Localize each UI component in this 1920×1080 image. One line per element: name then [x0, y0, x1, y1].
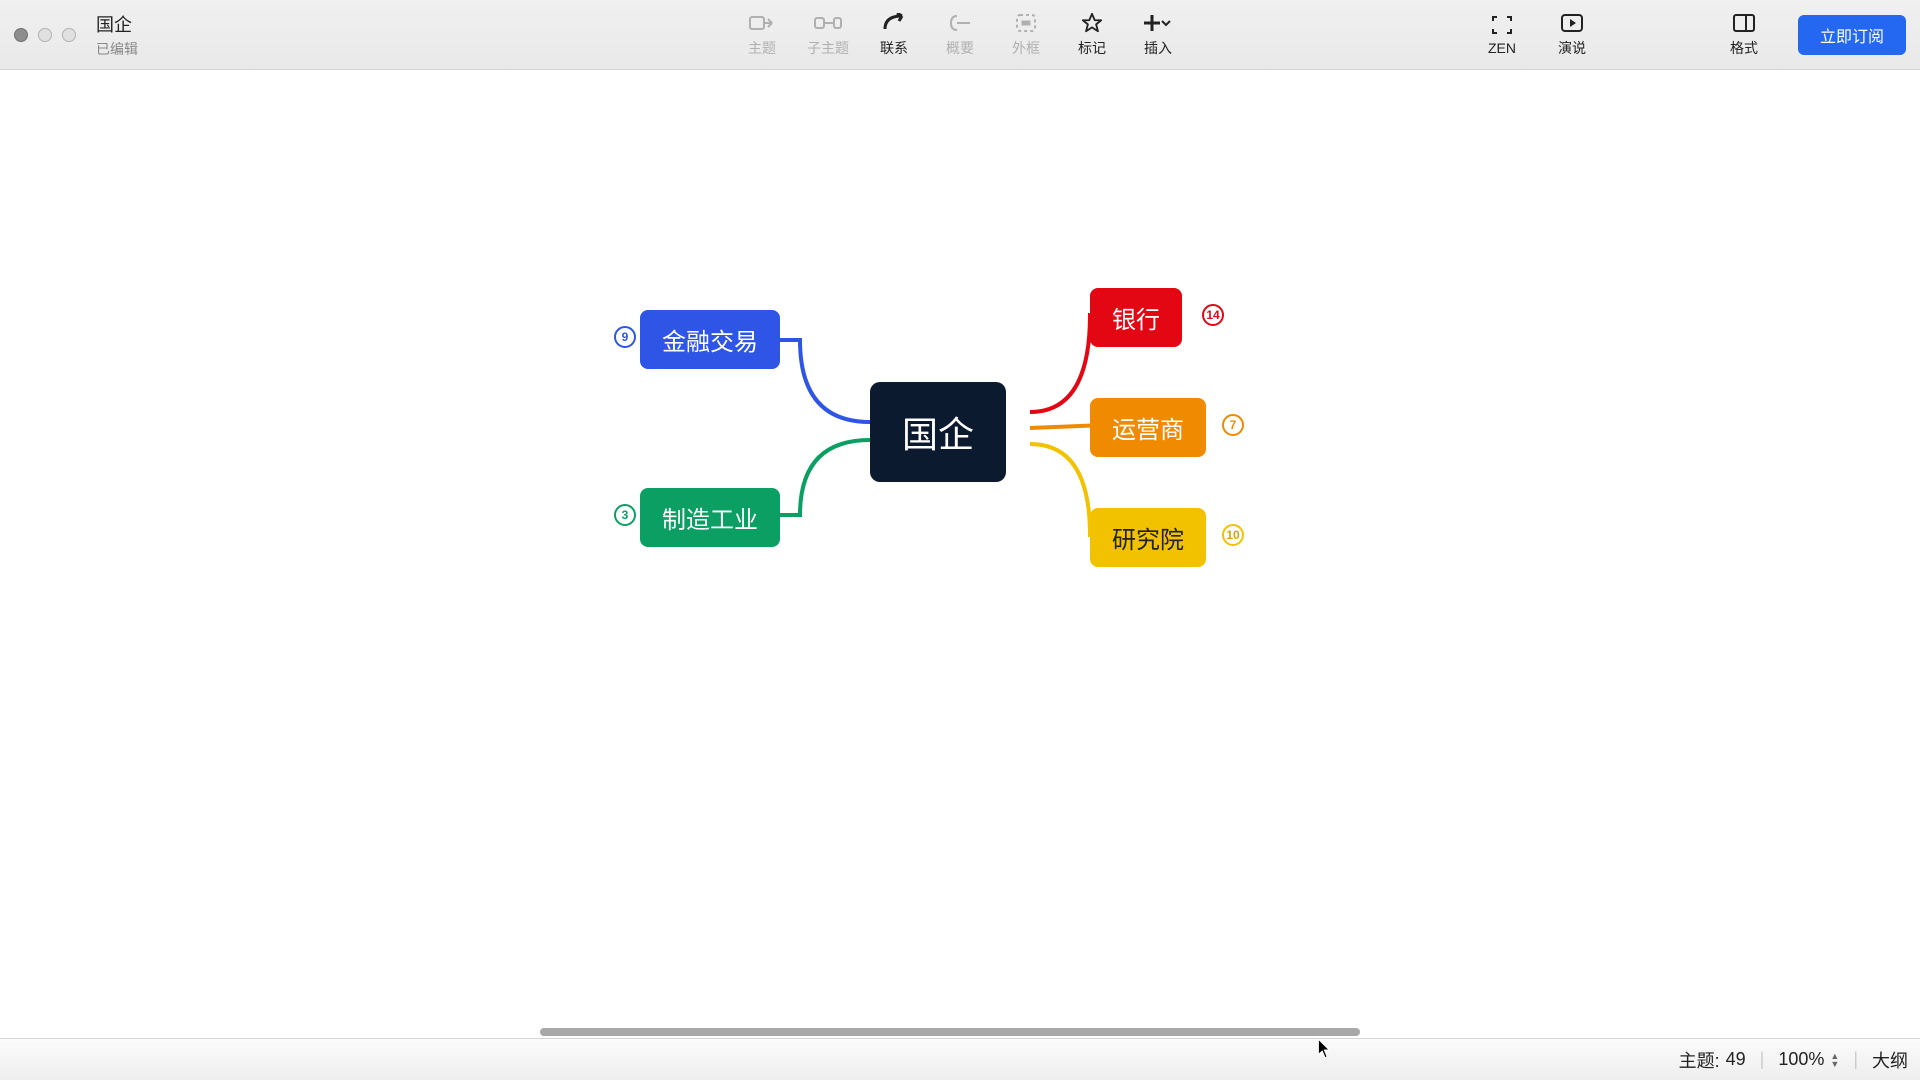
boundary-icon: [1015, 12, 1037, 34]
marker-button[interactable]: 标记: [1068, 12, 1116, 58]
maximize-icon[interactable]: [62, 28, 76, 42]
format-label: 格式: [1730, 38, 1758, 58]
marker-label: 标记: [1078, 38, 1106, 58]
relationship-icon: [882, 12, 906, 34]
status-topic-count: 49: [1726, 1049, 1746, 1070]
mindmap: 国企 金融交易 9 制造工业 3 银行 14 运营商 7 研究院 10: [620, 270, 1300, 610]
format-button[interactable]: 格式: [1720, 12, 1768, 58]
subscribe-button[interactable]: 立即订阅: [1798, 15, 1906, 55]
separator: |: [1760, 1049, 1765, 1070]
boundary-label: 外框: [1012, 38, 1040, 58]
insert-label: 插入: [1144, 38, 1172, 58]
minimize-icon[interactable]: [38, 28, 52, 42]
subtopic-label: 子主题: [807, 38, 849, 58]
subtopic-button[interactable]: 子主题: [804, 12, 852, 58]
toolbar-center: 主题 子主题 联系 概要 外框: [738, 12, 1182, 58]
document-title-block: 国企 已编辑: [96, 11, 138, 59]
zoom-stepper-icon[interactable]: ▲▼: [1830, 1052, 1839, 1068]
close-icon[interactable]: [14, 28, 28, 42]
badge-left-1[interactable]: 3: [614, 504, 636, 526]
relationship-button[interactable]: 联系: [870, 12, 918, 58]
outline-button[interactable]: 大纲: [1872, 1047, 1908, 1073]
node-label: 运营商: [1112, 417, 1184, 444]
summary-button[interactable]: 概要: [936, 12, 984, 58]
badge-right-1[interactable]: 7: [1222, 414, 1244, 436]
summary-label: 概要: [946, 38, 974, 58]
insert-button[interactable]: 插入: [1134, 12, 1182, 58]
titlebar: 国企 已编辑 主题 子主题 联系 概要: [0, 0, 1920, 70]
present-button[interactable]: 演说: [1548, 12, 1596, 58]
node-center-label: 国企: [902, 414, 974, 455]
badge-right-0[interactable]: 14: [1202, 304, 1224, 326]
plus-icon: [1143, 12, 1173, 34]
node-right-1[interactable]: 运营商: [1090, 398, 1206, 457]
node-label: 研究院: [1112, 527, 1184, 554]
document-title: 国企: [96, 11, 138, 37]
document-subtitle: 已编辑: [96, 39, 138, 59]
topic-button[interactable]: 主题: [738, 12, 786, 58]
badge-right-2[interactable]: 10: [1222, 524, 1244, 546]
scrollbar-thumb[interactable]: [540, 1028, 1360, 1036]
subtopic-icon: [814, 12, 842, 34]
node-center[interactable]: 国企: [870, 382, 1006, 482]
fullscreen-icon: [1491, 14, 1513, 36]
statusbar: 主题: 49 | 100% ▲▼ | 大纲: [0, 1038, 1920, 1080]
node-left-0[interactable]: 金融交易: [640, 310, 780, 369]
node-label: 金融交易: [662, 329, 758, 356]
node-left-1[interactable]: 制造工业: [640, 488, 780, 547]
node-label: 制造工业: [662, 507, 758, 534]
present-label: 演说: [1558, 38, 1586, 58]
zoom-control[interactable]: 100% ▲▼: [1778, 1049, 1839, 1070]
star-icon: [1081, 12, 1103, 34]
zen-label: ZEN: [1488, 40, 1516, 56]
zoom-value: 100%: [1778, 1049, 1824, 1070]
badge-left-0[interactable]: 9: [614, 326, 636, 348]
status-topic-label: 主题:: [1679, 1047, 1720, 1073]
topic-icon: [749, 12, 775, 34]
panel-icon: [1732, 12, 1756, 34]
separator: |: [1853, 1049, 1858, 1070]
toolbar-right: ZEN 演说 格式 立即订阅: [1478, 12, 1906, 58]
node-label: 银行: [1112, 307, 1160, 334]
zen-button[interactable]: ZEN: [1478, 14, 1526, 56]
boundary-button[interactable]: 外框: [1002, 12, 1050, 58]
node-right-0[interactable]: 银行: [1090, 288, 1182, 347]
window-controls[interactable]: [14, 28, 76, 42]
topic-label: 主题: [748, 38, 776, 58]
summary-icon: [948, 12, 972, 34]
node-right-2[interactable]: 研究院: [1090, 508, 1206, 567]
canvas[interactable]: 国企 金融交易 9 制造工业 3 银行 14 运营商 7 研究院 10: [0, 70, 1920, 1038]
horizontal-scrollbar[interactable]: [0, 1026, 1920, 1038]
play-icon: [1560, 12, 1584, 34]
relationship-label: 联系: [880, 38, 908, 58]
